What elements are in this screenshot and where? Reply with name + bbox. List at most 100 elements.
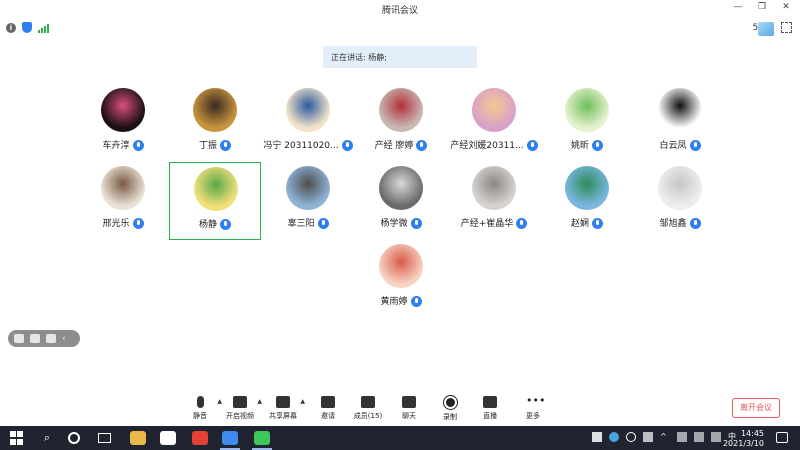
- live-button[interactable]: 直播: [470, 394, 510, 421]
- clock-time: 14:45: [740, 429, 764, 438]
- participant-name: 白云凤: [634, 138, 726, 151]
- caret-up-icon[interactable]: ▲: [257, 398, 262, 405]
- display-icon[interactable]: [643, 432, 653, 442]
- participant-name-text: 杨学微: [380, 219, 408, 229]
- meeting-toolbar: 静音 ▲ 开启视频 ▲ 共享屏幕 ▲ 邀请 成员(15) 聊天 录制 直播 ••• 更多: [180, 394, 560, 422]
- participant-name: 辜三阳: [262, 216, 354, 229]
- shield-icon[interactable]: [22, 22, 32, 33]
- toolbar-label: 直播: [483, 412, 497, 420]
- participant-name-text: 白云凤: [659, 141, 687, 151]
- network-tray-icon[interactable]: [609, 432, 619, 442]
- infinity-app-icon[interactable]: [160, 431, 176, 445]
- mic-status-icon: [592, 140, 603, 151]
- participant-avatar: [379, 244, 423, 288]
- participant-name: 邢光乐: [77, 216, 169, 229]
- participant-name-text: 辜三阳: [287, 219, 315, 229]
- toolbar-label: 静音: [193, 412, 207, 420]
- mic-status-icon: [317, 218, 329, 229]
- leave-meeting-button[interactable]: 离开会议: [732, 398, 780, 418]
- mic-status-icon: [516, 218, 528, 229]
- chrome-icon[interactable]: [192, 431, 208, 445]
- participant-name-text: 产经+崔晶华: [460, 219, 514, 229]
- keyboard-icon[interactable]: [592, 432, 602, 442]
- participant-avatar: [379, 88, 423, 132]
- wifi-icon[interactable]: [694, 432, 704, 442]
- collapse-icon[interactable]: ‹: [62, 334, 66, 344]
- participant-avatar: [565, 166, 609, 210]
- mic-status-icon: [220, 140, 231, 151]
- self-avatar-thumbnail: [758, 22, 774, 36]
- chevron-up-icon[interactable]: ^: [660, 432, 670, 442]
- file-explorer-icon[interactable]: [130, 431, 146, 445]
- windows-start-icon[interactable]: [10, 431, 24, 445]
- toolbar-label: 更多: [526, 412, 540, 420]
- system-clock[interactable]: 14:45 2021/3/10: [723, 429, 764, 449]
- participant-tile[interactable]: 丁振: [169, 84, 261, 162]
- toolbar-label: 成员(15): [353, 412, 383, 420]
- participant-avatar: [101, 166, 145, 210]
- participant-tile[interactable]: 产经刘媛20311...: [448, 84, 540, 162]
- subtitle-icon[interactable]: [46, 334, 56, 343]
- signal-icon[interactable]: [38, 23, 49, 33]
- info-icon[interactable]: i: [6, 22, 16, 33]
- mic-status-icon: [341, 140, 353, 151]
- record-button[interactable]: 录制: [430, 394, 470, 422]
- camera-off-icon: [233, 396, 247, 408]
- mic-button[interactable]: 静音 ▲: [180, 394, 222, 421]
- participant-tile[interactable]: 杨学微: [355, 162, 447, 240]
- toolbar-label: 开启视频: [226, 412, 254, 420]
- participant-tile[interactable]: 辜三阳: [262, 162, 354, 240]
- participant-tile[interactable]: 产经 廖婷: [355, 84, 447, 162]
- participant-tile[interactable]: 白云凤: [634, 84, 726, 162]
- more-button[interactable]: ••• 更多: [513, 394, 553, 421]
- participant-tile[interactable]: 产经+崔晶华: [448, 162, 540, 240]
- mic-status-icon: [132, 140, 144, 151]
- close-button[interactable]: ✕: [780, 2, 792, 12]
- help-icon[interactable]: [626, 432, 636, 442]
- emoji-icon[interactable]: [30, 334, 40, 343]
- restore-button[interactable]: ❐: [756, 2, 768, 12]
- wechat-icon[interactable]: [252, 431, 272, 450]
- invite-icon: [321, 396, 335, 408]
- windows-taskbar: ⌕ ^ 中 14:45 2021/3/10: [0, 426, 800, 450]
- caret-up-icon[interactable]: ▲: [300, 398, 305, 405]
- participant-tile[interactable]: 杨静: [169, 162, 261, 240]
- chat-button[interactable]: 聊天: [389, 394, 429, 421]
- participant-avatar: [565, 88, 609, 132]
- share-screen-button[interactable]: 共享屏幕 ▲: [263, 394, 305, 421]
- participant-avatar: [101, 88, 145, 132]
- camera-off-button[interactable]: 开启视频 ▲: [220, 394, 262, 421]
- participant-name: 赵娴: [541, 216, 633, 229]
- participant-name-text: 产经刘媛20311...: [450, 141, 524, 151]
- task-view-icon[interactable]: [98, 433, 111, 443]
- participant-tile[interactable]: 黄雨婷: [355, 240, 447, 318]
- mic-status-icon: [689, 140, 701, 151]
- participant-tile[interactable]: 姚昕: [541, 84, 633, 162]
- participant-tile[interactable]: 冯宁 20311020...: [262, 84, 354, 162]
- participant-name-text: 杨静: [198, 220, 217, 230]
- battery-icon[interactable]: [677, 432, 687, 442]
- cortana-icon[interactable]: [68, 432, 80, 444]
- participant-tile[interactable]: 赵娴: [541, 162, 633, 240]
- participant-name-text: 冯宁 20311020...: [263, 141, 339, 151]
- share-screen-icon: [276, 396, 290, 408]
- participant-tile[interactable]: 车卉淳: [77, 84, 169, 162]
- volume-icon[interactable]: [711, 432, 721, 442]
- mic-status-icon: [416, 140, 428, 151]
- fullscreen-icon[interactable]: [781, 22, 792, 33]
- members-button[interactable]: 成员(15): [348, 394, 388, 421]
- participant-tile[interactable]: 邢光乐: [77, 162, 169, 240]
- participant-tile[interactable]: 邹旭鑫: [634, 162, 726, 240]
- notification-icon[interactable]: [776, 432, 788, 443]
- participant-name-text: 产经 廖婷: [374, 141, 414, 151]
- tencent-meeting-icon[interactable]: [220, 431, 240, 450]
- clock-date: 2021/3/10: [722, 439, 764, 448]
- participant-avatar: [286, 88, 330, 132]
- grid-view-icon[interactable]: [14, 334, 24, 343]
- participant-name-text: 丁振: [198, 141, 217, 151]
- invite-button[interactable]: 邀请: [308, 394, 348, 421]
- participant-avatar: [658, 88, 702, 132]
- search-icon[interactable]: ⌕: [40, 431, 54, 445]
- participant-name: 丁振: [169, 138, 261, 151]
- minimize-button[interactable]: —: [732, 2, 744, 12]
